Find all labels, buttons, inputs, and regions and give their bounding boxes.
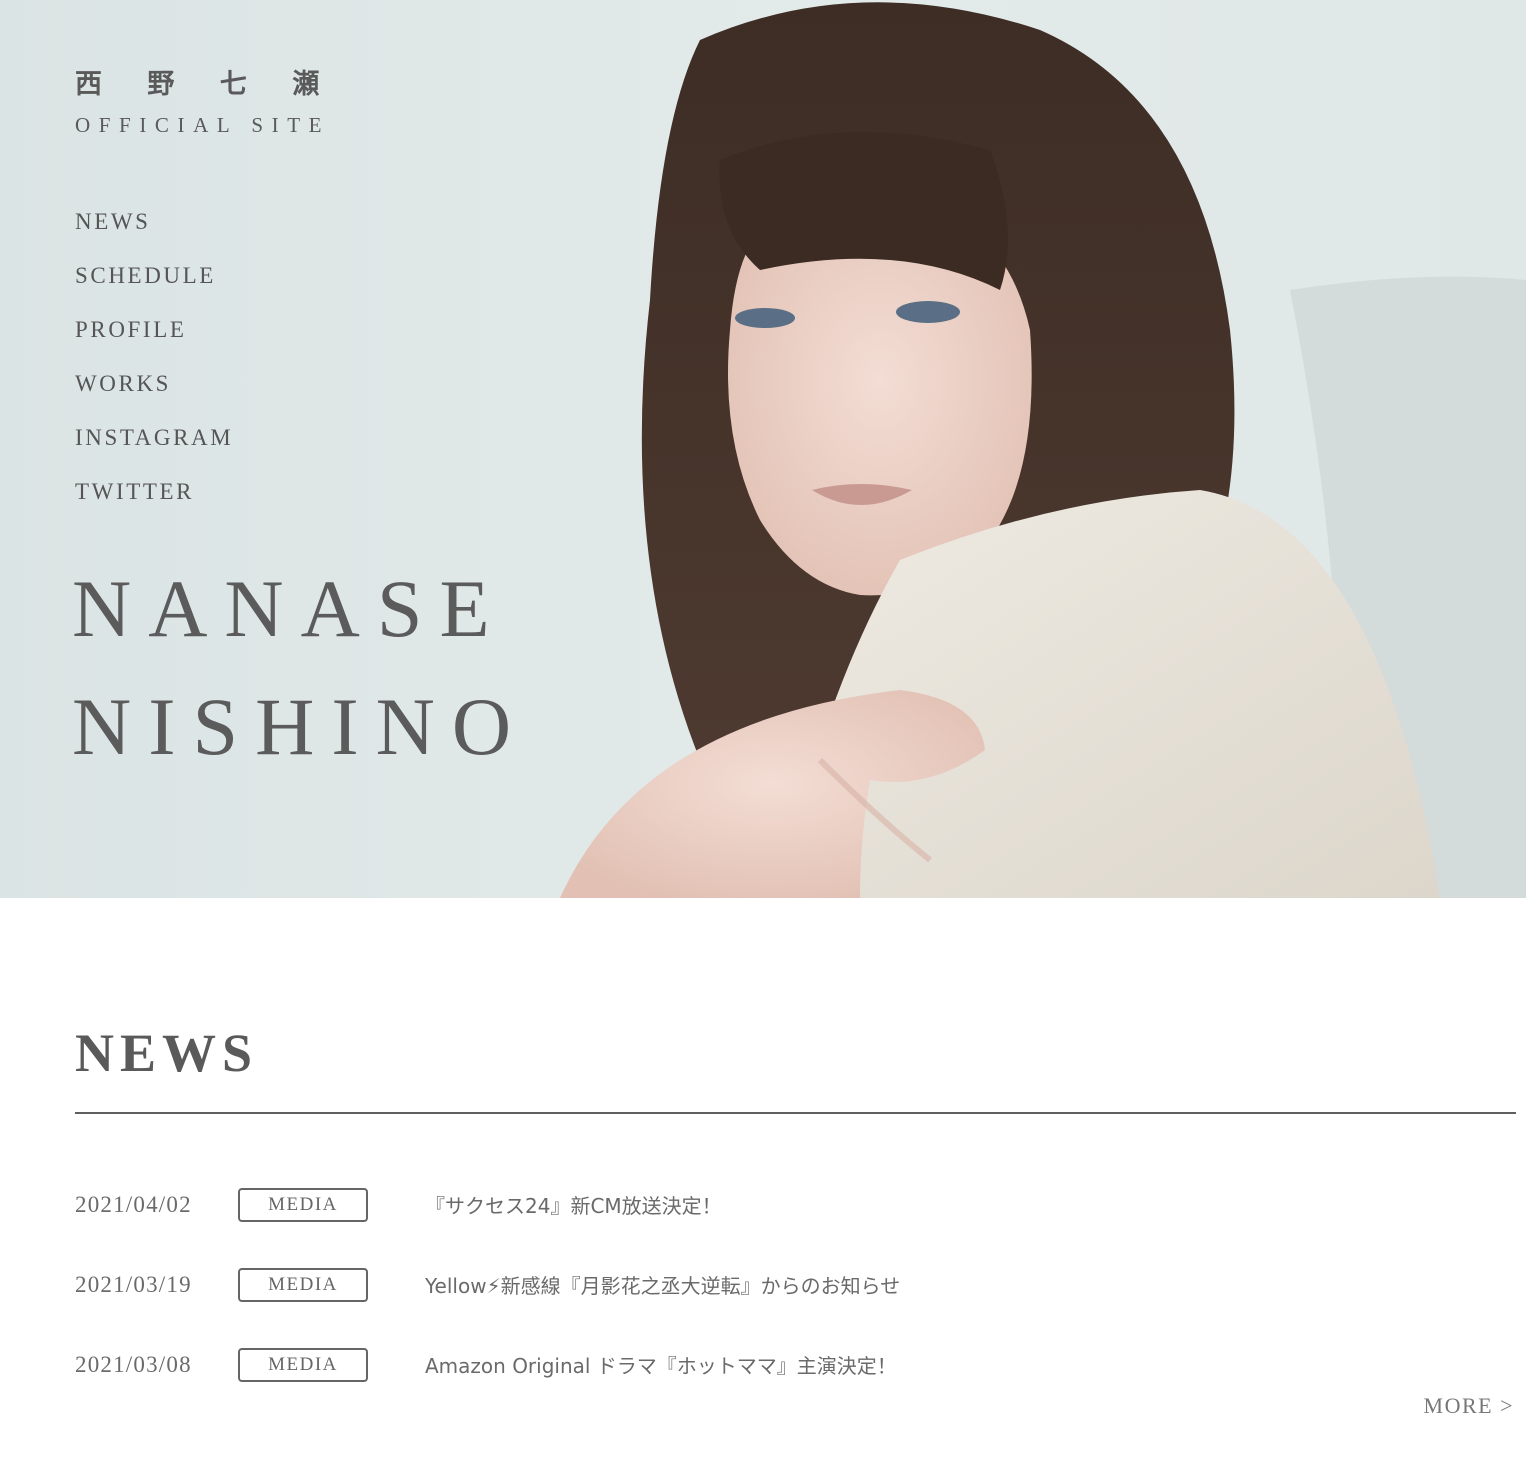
nav-item-news[interactable]: NEWS [75, 205, 233, 259]
news-date: 2021/04/02 [75, 1192, 192, 1217]
news-item[interactable]: 2021/03/19 MEDIA Yellow⚡新感線『月影花之丞大逆転』からの… [75, 1268, 1515, 1308]
news-category-badge: MEDIA [238, 1268, 368, 1302]
nav-item-works[interactable]: WORKS [75, 367, 233, 421]
hero-name-line1: NANASE [72, 563, 507, 654]
news-category-badge: MEDIA [238, 1188, 368, 1222]
nav-item-twitter[interactable]: TWITTER [75, 475, 233, 529]
news-headline-link[interactable]: Amazon Original ドラマ『ホットママ』主演決定！ [425, 1350, 897, 1379]
news-more-link[interactable]: MORE > [1424, 1393, 1514, 1419]
hero-name-line2: NISHINO [72, 681, 529, 772]
news-category-badge: MEDIA [238, 1348, 368, 1382]
news-headline-link[interactable]: 『サクセス24』新CM放送決定！ [425, 1190, 722, 1219]
hero-section: 西 野 七 瀬 OFFICIAL SITE NEWS SCHEDULE PROF… [0, 0, 1526, 898]
news-headline-link[interactable]: Yellow⚡新感線『月影花之丞大逆転』からのお知らせ [425, 1270, 900, 1299]
nav-item-profile[interactable]: PROFILE [75, 313, 233, 367]
site-brand-subtitle[interactable]: OFFICIAL SITE [75, 113, 330, 138]
news-divider [75, 1112, 1516, 1114]
main-nav: NEWS SCHEDULE PROFILE WORKS INSTAGRAM TW… [75, 205, 233, 529]
site-brand-japanese[interactable]: 西 野 七 瀬 [75, 62, 337, 101]
news-section-title: NEWS [75, 1023, 259, 1083]
news-item[interactable]: 2021/03/08 MEDIA Amazon Original ドラマ『ホット… [75, 1348, 1515, 1388]
news-date: 2021/03/19 [75, 1272, 192, 1297]
news-date: 2021/03/08 [75, 1352, 192, 1377]
news-item[interactable]: 2021/04/02 MEDIA 『サクセス24』新CM放送決定！ [75, 1188, 1515, 1228]
hero-name-title: NANASE NISHINO [72, 550, 528, 786]
nav-item-schedule[interactable]: SCHEDULE [75, 259, 233, 313]
nav-item-instagram[interactable]: INSTAGRAM [75, 421, 233, 475]
